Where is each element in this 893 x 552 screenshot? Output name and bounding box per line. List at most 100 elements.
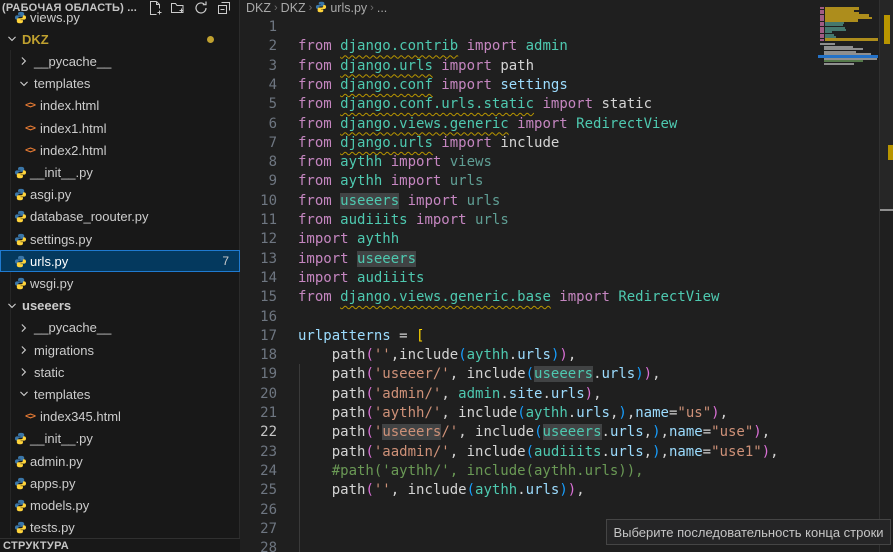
code-line-10[interactable]: 10from useeers import urls bbox=[241, 192, 881, 211]
line-number: 14 bbox=[241, 269, 277, 288]
line-number: 26 bbox=[241, 501, 277, 520]
python-file-icon bbox=[12, 9, 28, 25]
tree-item-views.py[interactable]: views.py bbox=[0, 6, 240, 28]
line-number: 20 bbox=[241, 385, 277, 404]
line-number: 21 bbox=[241, 404, 277, 423]
line-number: 24 bbox=[241, 462, 277, 481]
tree-item-wsgi.py[interactable]: wsgi.py bbox=[0, 272, 240, 294]
line-number: 27 bbox=[241, 520, 277, 539]
code-line-24[interactable]: 24 #path('aythh/', include(aythh.urls)), bbox=[241, 462, 881, 481]
chevron-right-icon bbox=[16, 53, 32, 69]
code-text: from django.urls import path bbox=[298, 57, 534, 76]
chevron-down-icon bbox=[16, 386, 32, 402]
python-file-icon bbox=[12, 475, 28, 491]
code-line-16[interactable]: 16 bbox=[241, 308, 881, 327]
tree-item-settings.py[interactable]: settings.py bbox=[0, 228, 240, 250]
code-line-9[interactable]: 9 from aythh import urls bbox=[241, 172, 881, 191]
tree-item-label: migrations bbox=[34, 343, 94, 358]
code-line-17[interactable]: 17urlpatterns = [ bbox=[241, 327, 881, 346]
code-line-7[interactable]: 7from django.urls import include bbox=[241, 134, 881, 153]
tree-item-index2.html[interactable]: <>index2.html bbox=[0, 139, 240, 161]
tree-item-templates[interactable]: templates bbox=[0, 383, 240, 405]
code-line-26[interactable]: 26 bbox=[241, 501, 881, 520]
code-editor[interactable]: DKZ›DKZ›urls.py›... 12from django.contri… bbox=[241, 0, 893, 552]
code-line-4[interactable]: 4from django.conf import settings bbox=[241, 76, 881, 95]
breadcrumb-label: ... bbox=[377, 1, 387, 15]
code-line-21[interactable]: 21 path('aythh/', include(aythh.urls,),n… bbox=[241, 404, 881, 423]
tree-item-models.py[interactable]: models.py bbox=[0, 494, 240, 516]
outline-title: СТРУКТУРА bbox=[0, 540, 69, 552]
python-file-icon bbox=[12, 275, 28, 291]
tree-item-migrations[interactable]: migrations bbox=[0, 339, 240, 361]
tree-item-index345.html[interactable]: <>index345.html bbox=[0, 406, 240, 428]
code-text: path('admin/', admin.site.urls), bbox=[298, 385, 602, 404]
code-line-18[interactable]: 18 path('',include(aythh.urls)), bbox=[241, 346, 881, 365]
scrollbar[interactable] bbox=[879, 0, 893, 552]
code-line-20[interactable]: 20 path('admin/', admin.site.urls), bbox=[241, 385, 881, 404]
code-line-12[interactable]: 12import aythh bbox=[241, 230, 881, 249]
minimap[interactable] bbox=[820, 0, 878, 552]
python-file-icon bbox=[12, 187, 28, 203]
code-line-11[interactable]: 11from audiiits import urls bbox=[241, 211, 881, 230]
tree-item-urls.py[interactable]: urls.py7 bbox=[0, 250, 240, 272]
code-text: import useeers bbox=[298, 250, 416, 269]
breadcrumb-item-DKZ[interactable]: DKZ bbox=[246, 1, 271, 15]
line-number: 9 bbox=[241, 172, 277, 191]
code-line-1[interactable]: 1 bbox=[241, 18, 881, 37]
code-line-6[interactable]: 6from django.views.generic import Redire… bbox=[241, 115, 881, 134]
line-number: 5 bbox=[241, 95, 277, 114]
line-number: 10 bbox=[241, 192, 277, 211]
tree-item-asgi.py[interactable]: asgi.py bbox=[0, 184, 240, 206]
tree-item-apps.py[interactable]: apps.py bbox=[0, 472, 240, 494]
tree-item-static[interactable]: static bbox=[0, 361, 240, 383]
code-line-13[interactable]: 13import useeers bbox=[241, 250, 881, 269]
chevron-down-icon bbox=[4, 298, 20, 314]
line-number: 18 bbox=[241, 346, 277, 365]
tree-item-index1.html[interactable]: <>index1.html bbox=[0, 117, 240, 139]
tree-item-label: settings.py bbox=[30, 232, 92, 247]
code-text: from aythh import urls bbox=[298, 172, 483, 191]
breadcrumb-item-DKZ[interactable]: DKZ bbox=[281, 1, 306, 15]
tree-item-label: index.html bbox=[40, 98, 99, 113]
tree-item-__init__.py[interactable]: __init__.py bbox=[0, 161, 240, 183]
code-line-19[interactable]: 19 path('useeer/', include(useeers.urls)… bbox=[241, 365, 881, 384]
line-number: 15 bbox=[241, 288, 277, 307]
line-number: 16 bbox=[241, 308, 277, 327]
tree-item-__pycache__[interactable]: __pycache__ bbox=[0, 317, 240, 339]
python-file-icon bbox=[12, 231, 28, 247]
breadcrumb-item-...[interactable]: ... bbox=[377, 1, 387, 15]
tree-item-label: __init__.py bbox=[30, 165, 93, 180]
python-file-icon bbox=[12, 520, 28, 536]
html-file-icon: <> bbox=[22, 142, 38, 158]
tree-item-label: useeers bbox=[22, 298, 71, 313]
python-file-icon bbox=[12, 453, 28, 469]
code-line-2[interactable]: 2from django.contrib import admin bbox=[241, 37, 881, 56]
overview-warning-marker bbox=[888, 145, 893, 160]
code-line-22[interactable]: 22 path('useeers/', include(useeers.urls… bbox=[241, 423, 881, 442]
tree-item-database_roouter.py[interactable]: database_roouter.py bbox=[0, 206, 240, 228]
tree-item-tests.py[interactable]: tests.py bbox=[0, 517, 240, 538]
outline-section-header[interactable]: СТРУКТУРА bbox=[0, 538, 240, 552]
code-line-5[interactable]: 5from django.conf.urls.static import sta… bbox=[241, 95, 881, 114]
code-line-3[interactable]: 3from django.urls import path bbox=[241, 57, 881, 76]
tree-item-label: asgi.py bbox=[30, 187, 71, 202]
code-text: import audiiits bbox=[298, 269, 424, 288]
tree-item-__pycache__[interactable]: __pycache__ bbox=[0, 50, 240, 72]
code-line-25[interactable]: 25 path('', include(aythh.urls)), bbox=[241, 481, 881, 500]
code-line-15[interactable]: 15from django.views.generic.base import … bbox=[241, 288, 881, 307]
tree-item-admin.py[interactable]: admin.py bbox=[0, 450, 240, 472]
breadcrumb-separator: › bbox=[274, 2, 278, 14]
code-line-8[interactable]: 8from aythh import views bbox=[241, 153, 881, 172]
tree-item-DKZ[interactable]: DKZ bbox=[0, 28, 240, 50]
tree-item-templates[interactable]: templates bbox=[0, 73, 240, 95]
code-text: from django.conf import settings bbox=[298, 76, 568, 95]
tree-item-index.html[interactable]: <>index.html bbox=[0, 95, 240, 117]
code-text: #path('aythh/', include(aythh.urls)), bbox=[298, 462, 644, 481]
code-line-14[interactable]: 14 import audiiits bbox=[241, 269, 881, 288]
code-area[interactable]: 12from django.contrib import admin3from … bbox=[241, 18, 893, 552]
code-text: from django.urls import include bbox=[298, 134, 559, 153]
tree-item-useeers[interactable]: useeers bbox=[0, 295, 240, 317]
tree-item-__init__.py[interactable]: __init__.py bbox=[0, 428, 240, 450]
breadcrumb-item-urls.py[interactable]: urls.py bbox=[315, 1, 367, 16]
code-line-23[interactable]: 23 path('aadmin/', include(audiiits.urls… bbox=[241, 443, 881, 462]
